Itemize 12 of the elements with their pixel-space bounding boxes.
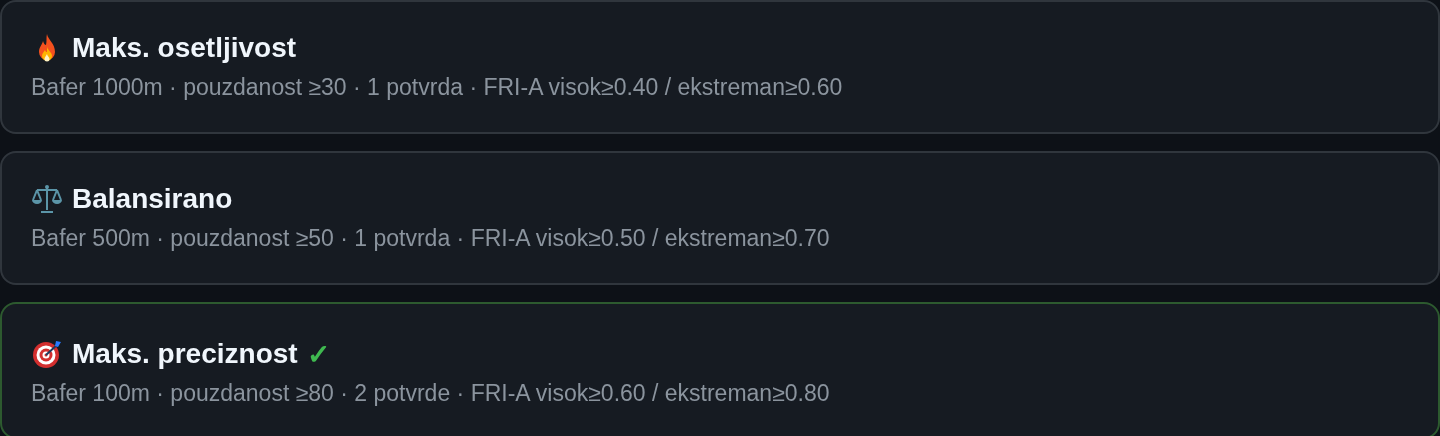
preset-title: Maks. preciznost (72, 338, 298, 370)
preset-details: Bafer 100m · pouzdanost ≥80 · 2 potvrde · FRI-A visok≥0.60 / ekstreman≥0.80 (31, 380, 831, 407)
preset-card[interactable]: Balansirano Bafer 500m · pouzdanost ≥50 · 1 potvrda · FRI-A visok≥0.50 / ekstreman≥0.70 (0, 151, 1440, 285)
preset-details: Bafer 1000m · pouzdanost ≥30 · 1 potvrda · FRI-A visok≥0.40 / ekstreman≥0.60 (31, 74, 844, 101)
target-icon (31, 338, 63, 370)
check-mark: ✓ (306, 337, 330, 371)
preset-card[interactable]: Maks. osetljivost Bafer 1000m · pouzdanost ≥30 · 1 potvrda · FRI-A visok≥0.40 / ekstreman≥0.60 (0, 0, 1440, 134)
preset-title: Balansirano (72, 183, 233, 215)
preset-card[interactable]: Maks. preciznost ✓ Bafer 100m · pouzdanost ≥80 · 2 potvrde · FRI-A visok≥0.60 / ekstreman≥0.80 (0, 302, 1440, 436)
scales-icon (31, 183, 63, 215)
preset-title: Maks. osetljivost (72, 32, 297, 64)
preset-details: Bafer 500m · pouzdanost ≥50 · 1 potvrda · FRI-A visok≥0.50 / ekstreman≥0.70 (31, 225, 831, 252)
